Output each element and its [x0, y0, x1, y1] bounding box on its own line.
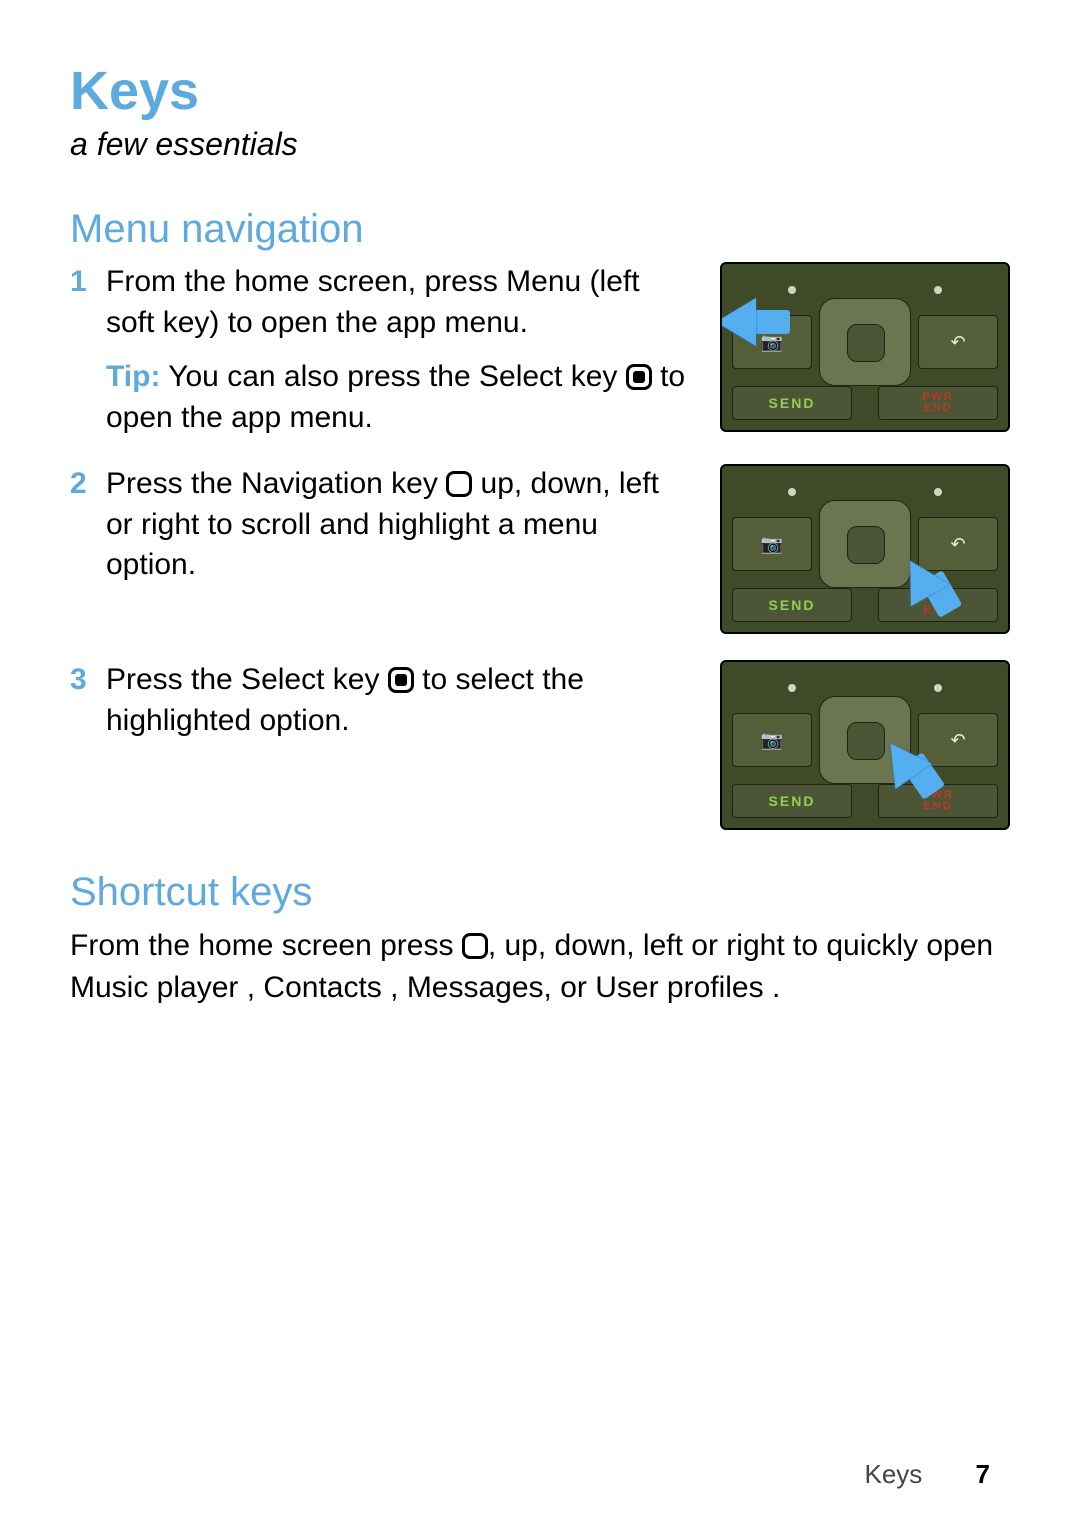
- send-key-label: SEND: [769, 596, 816, 615]
- navigation-key-icon: [462, 933, 488, 959]
- shortcut-app-contacts: Contacts: [263, 971, 381, 1004]
- send-key-label: SEND: [769, 792, 816, 811]
- keypad-illustration-1: 📷 ↶ SEND PWREND: [720, 262, 1010, 432]
- heading-shortcut-keys: Shortcut keys: [70, 870, 1010, 915]
- footer-page-number: 7: [976, 1459, 990, 1489]
- sep: , or: [544, 971, 596, 1004]
- back-icon: ↶: [918, 315, 998, 369]
- shortcut-app-messages: Messages: [407, 971, 544, 1004]
- page-footer: Keys 7: [0, 1459, 990, 1490]
- tip-text-a: You can also press the Select key: [160, 360, 625, 393]
- step-2-text-a: Press the Navigation key: [106, 467, 446, 500]
- camera-icon: 📷: [732, 517, 812, 571]
- heading-menu-navigation: Menu navigation: [70, 207, 1010, 252]
- send-key-label: SEND: [769, 394, 816, 413]
- step-1-menu-label: Menu: [506, 265, 581, 298]
- step-3-text-a: Press the Select key: [106, 663, 388, 696]
- dpad-icon: [819, 298, 911, 386]
- pointer-arrow-icon: [720, 298, 756, 346]
- navigation-key-icon: [446, 471, 472, 497]
- step-3: Press the Select key to select the highl…: [70, 660, 1010, 830]
- keypad-illustration-3: 📷 ↶ SEND PWREND: [720, 660, 1010, 830]
- shortcut-text-b: , up, down, left or right to quickly ope…: [488, 929, 993, 962]
- sep: ,: [382, 971, 407, 1004]
- select-key-icon: [626, 364, 652, 390]
- camera-icon: 📷: [732, 713, 812, 767]
- footer-section: Keys: [864, 1459, 922, 1489]
- step-1: From the home screen, press Menu (left s…: [70, 262, 1010, 438]
- shortcut-text-a: From the home screen press: [70, 929, 462, 962]
- step-1-text-a: From the home screen, press: [106, 265, 506, 298]
- sep: ,: [238, 971, 263, 1004]
- sep: .: [764, 971, 781, 1004]
- tip-label: Tip:: [106, 360, 160, 393]
- select-key-icon: [388, 667, 414, 693]
- shortcut-paragraph: From the home screen press , up, down, l…: [70, 925, 1010, 1009]
- step-2: Press the Navigation key up, down, left …: [70, 464, 1010, 634]
- steps-list: From the home screen, press Menu (left s…: [70, 262, 1010, 830]
- shortcut-app-music: Music player: [70, 971, 238, 1004]
- end-key-label: PWREND: [922, 392, 954, 414]
- keypad-illustration-2: 📷 ↶ SEND PWREND: [720, 464, 1010, 634]
- back-icon: ↶: [918, 713, 998, 767]
- page-title: Keys: [70, 60, 1010, 122]
- shortcut-app-profiles: User profiles: [595, 971, 763, 1004]
- page-subtitle: a few essentials: [70, 126, 1010, 163]
